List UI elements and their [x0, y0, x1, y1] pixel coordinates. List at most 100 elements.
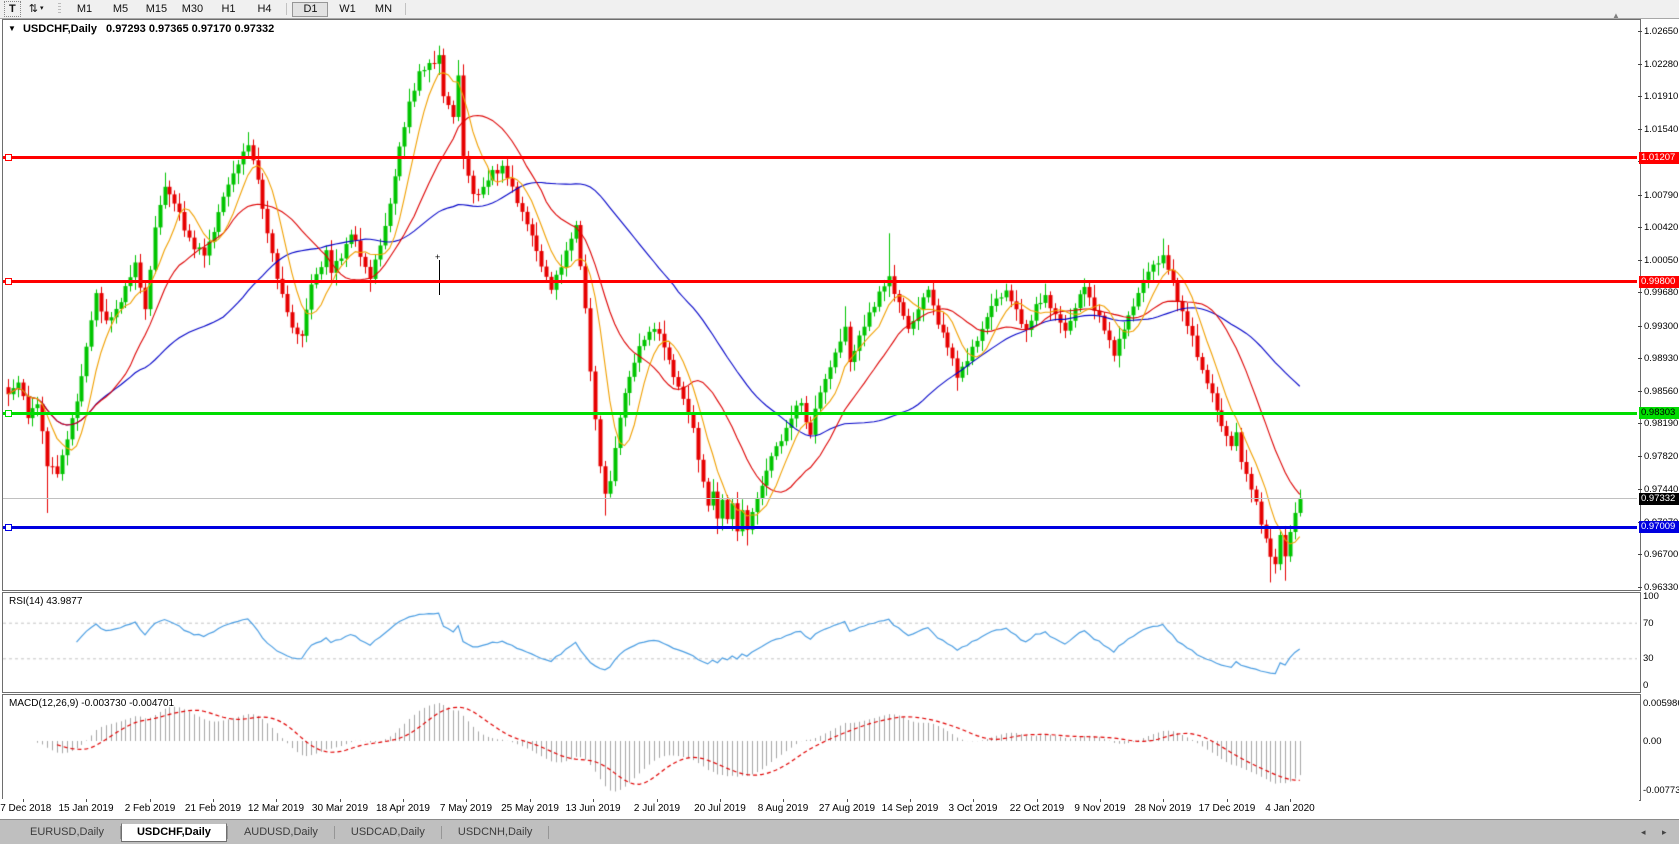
price-badge-1.01207: 1.01207 — [1639, 152, 1679, 164]
price-tick-label: 1.02650 — [1644, 26, 1678, 37]
date-label: 13 Jun 2019 — [565, 803, 620, 814]
date-tick — [530, 799, 531, 802]
timeframe-button-M30[interactable]: M30 — [175, 2, 209, 16]
line-handle[interactable] — [5, 278, 12, 285]
chart-tab-EURUSD[interactable]: EURUSD,Daily — [14, 823, 120, 842]
horizontal-line-0.99800[interactable] — [3, 280, 1637, 283]
tab-scroll-right-icon[interactable]: ▸ — [1662, 827, 1667, 838]
price-tick-label: 1.01540 — [1644, 124, 1678, 135]
date-label: 25 May 2019 — [501, 803, 559, 814]
price-tick-dash — [1638, 456, 1642, 457]
date-tick — [340, 799, 341, 802]
timeframe-button-M15[interactable]: M15 — [139, 2, 173, 16]
horizontal-line-0.97332[interactable] — [3, 498, 1637, 499]
timeframe-button-H4[interactable]: H4 — [247, 2, 281, 16]
date-tick — [720, 799, 721, 802]
date-tick — [973, 799, 974, 802]
cycle-timeframe-dropdown-button[interactable]: ⇅ ▾ — [23, 2, 50, 16]
toolbar-grip — [58, 3, 61, 15]
chart-symbol-header[interactable]: ▼ USDCHF,Daily 0.97293 0.97365 0.97170 0… — [8, 23, 274, 35]
price-badge-0.98303: 0.98303 — [1639, 407, 1679, 419]
chart-tab-AUDUSD[interactable]: AUDUSD,Daily — [228, 823, 334, 842]
rsi-label: RSI(14) 43.9877 — [9, 596, 82, 607]
horizontal-line-0.98303[interactable] — [3, 412, 1637, 415]
price-tick-dash — [1638, 391, 1642, 392]
date-tick — [213, 799, 214, 802]
price-tick-dash — [1638, 326, 1642, 327]
date-label: 17 Dec 2019 — [1199, 803, 1256, 814]
symbol-label: USDCHF,Daily — [23, 23, 97, 35]
timeframe-button-W1[interactable]: W1 — [330, 2, 364, 16]
date-label: 30 Mar 2019 — [312, 803, 368, 814]
timeframe-button-H1[interactable]: H1 — [211, 2, 245, 16]
date-tick — [1100, 799, 1101, 802]
date-label: 27 Dec 2018 — [0, 803, 51, 814]
vertical-line-object[interactable]: + — [439, 260, 440, 295]
main-chart-canvas[interactable] — [3, 20, 1637, 588]
date-label: 2 Jul 2019 — [634, 803, 680, 814]
macd-axis-label: 0.005986 — [1643, 698, 1679, 709]
price-tick-label: 0.99680 — [1644, 287, 1678, 298]
price-tick-dash — [1638, 260, 1642, 261]
price-tick-dash — [1638, 195, 1642, 196]
price-tick-dash — [1638, 129, 1642, 130]
date-tick — [23, 799, 24, 802]
date-label: 7 May 2019 — [440, 803, 492, 814]
price-tick-dash — [1638, 227, 1642, 228]
chart-tab-USDCHF[interactable]: USDCHF,Daily — [121, 823, 227, 842]
line-handle[interactable] — [5, 410, 12, 417]
date-tick — [1163, 799, 1164, 802]
text-tool-button[interactable]: T — [4, 1, 21, 17]
date-tick — [86, 799, 87, 802]
macd-indicator-panel: MACD(12,26,9) -0.003730 -0.004701 — [2, 694, 1641, 801]
chart-tab-USDCAD[interactable]: USDCAD,Daily — [335, 823, 441, 842]
rsi-axis-label: 0 — [1643, 680, 1648, 691]
timeframe-button-MN[interactable]: MN — [366, 2, 400, 16]
price-tick-label: 1.01910 — [1644, 91, 1678, 102]
chart-tab-bar: EURUSD,DailyUSDCHF,DailyAUDUSD,DailyUSDC… — [0, 819, 1679, 844]
price-tick-label: 1.00420 — [1644, 222, 1678, 233]
date-label: 15 Jan 2019 — [58, 803, 113, 814]
date-label: 9 Nov 2019 — [1074, 803, 1125, 814]
date-tick — [593, 799, 594, 802]
scroll-up-arrow-icon[interactable]: ▲ — [1612, 11, 1620, 20]
horizontal-line-1.01207[interactable] — [3, 156, 1637, 159]
macd-label: MACD(12,26,9) -0.003730 -0.004701 — [9, 698, 174, 709]
price-tick-label: 1.00050 — [1644, 255, 1678, 266]
top-toolbar: T ⇅ ▾ M1M5M15M30H1H4 D1W1MN — [0, 0, 1679, 19]
date-label: 20 Jul 2019 — [694, 803, 746, 814]
tab-separator — [548, 826, 549, 839]
date-label: 27 Aug 2019 — [819, 803, 875, 814]
price-tick-label: 0.98190 — [1644, 418, 1678, 429]
timeframe-button-M5[interactable]: M5 — [103, 2, 137, 16]
timeframe-button-M1[interactable]: M1 — [67, 2, 101, 16]
price-tick-label: 0.98930 — [1644, 353, 1678, 364]
date-label: 2 Feb 2019 — [125, 803, 176, 814]
price-tick-label: 1.00790 — [1644, 190, 1678, 201]
horizontal-line-0.97009[interactable] — [3, 526, 1637, 529]
chevron-down-icon: ▼ — [8, 24, 16, 33]
rsi-canvas[interactable] — [3, 593, 1637, 690]
date-label: 28 Nov 2019 — [1135, 803, 1192, 814]
price-chart-panel — [2, 19, 1641, 591]
tab-scroll-left-icon[interactable]: ◂ — [1641, 827, 1646, 838]
line-handle[interactable] — [5, 154, 12, 161]
price-tick-label: 0.96700 — [1644, 549, 1678, 560]
plus-handle-icon: + — [435, 252, 440, 262]
line-handle[interactable] — [5, 524, 12, 531]
date-label: 8 Aug 2019 — [758, 803, 809, 814]
date-tick — [1037, 799, 1038, 802]
price-tick-dash — [1638, 96, 1642, 97]
date-tick — [657, 799, 658, 802]
date-label: 4 Jan 2020 — [1265, 803, 1315, 814]
date-tick — [1290, 799, 1291, 802]
chart-tab-USDCNH[interactable]: USDCNH,Daily — [442, 823, 549, 842]
price-tick-dash — [1638, 31, 1642, 32]
macd-axis-label: -0.00773 — [1643, 785, 1679, 796]
timeframe-button-D1[interactable]: D1 — [292, 2, 328, 17]
date-tick — [910, 799, 911, 802]
macd-canvas[interactable] — [3, 695, 1637, 798]
date-label: 14 Sep 2019 — [882, 803, 939, 814]
date-label: 22 Oct 2019 — [1010, 803, 1064, 814]
date-axis[interactable]: 27 Dec 201815 Jan 20192 Feb 201921 Feb 2… — [2, 799, 1639, 819]
